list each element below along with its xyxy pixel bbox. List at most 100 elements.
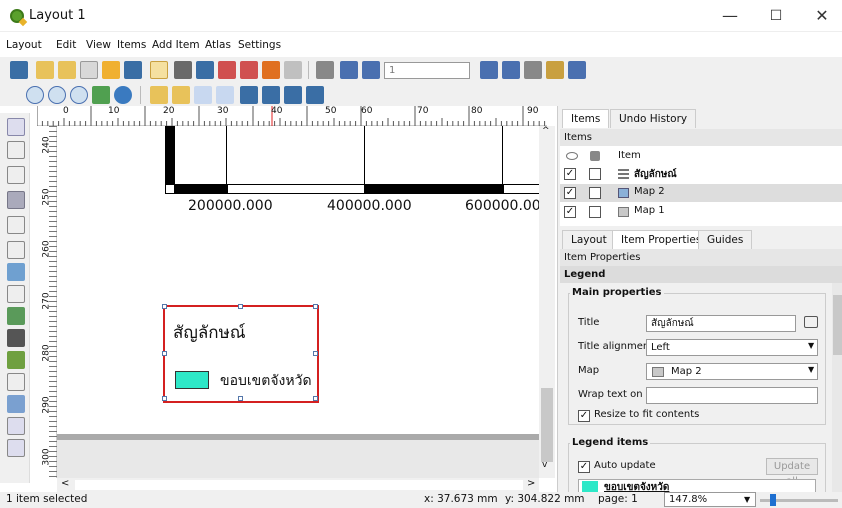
item-visible-checkbox-map1[interactable]: ✓: [564, 206, 576, 218]
zoom-out-icon[interactable]: [48, 86, 66, 104]
resize-checkbox[interactable]: ✓: [578, 410, 590, 422]
duplicate-layout-icon[interactable]: [58, 61, 76, 79]
map-item-icon: [618, 207, 629, 217]
minimize-button[interactable]: —: [707, 0, 753, 32]
raise-icon[interactable]: [240, 86, 258, 104]
item-visible-checkbox-map2[interactable]: ✓: [564, 187, 576, 199]
item-lock-checkbox-map1[interactable]: [589, 206, 601, 218]
save-template-icon[interactable]: [124, 61, 142, 79]
menu-view[interactable]: View: [86, 39, 111, 51]
menu-items[interactable]: Items: [117, 39, 146, 51]
zoom-combo[interactable]: 147.8%: [664, 492, 756, 507]
auto-update-checkbox[interactable]: ✓: [578, 461, 590, 473]
pan-icon[interactable]: [7, 118, 25, 136]
lock-items-icon[interactable]: [150, 86, 168, 104]
scalebar[interactable]: [165, 126, 539, 194]
add-shape-icon[interactable]: [7, 351, 25, 369]
layout-canvas[interactable]: 200000.000 400000.000 600000.00 สัญลักษณ…: [57, 126, 539, 478]
atlas-preview-icon[interactable]: [316, 61, 334, 79]
items-row-map1[interactable]: Map 1: [634, 205, 665, 216]
distribute-icon[interactable]: [284, 86, 302, 104]
menu-add-item[interactable]: Add Item: [152, 39, 200, 51]
move-content-icon[interactable]: [7, 191, 25, 209]
print-icon[interactable]: [174, 61, 192, 79]
tab-guides[interactable]: Guides: [698, 230, 753, 249]
tab-layout[interactable]: Layout: [562, 230, 616, 249]
zoom-actual-icon[interactable]: [70, 86, 88, 104]
update-all-button[interactable]: Update all: [766, 458, 818, 487]
next-feature-icon[interactable]: [480, 61, 498, 79]
last-feature-icon[interactable]: [502, 61, 520, 79]
atlas-settings-icon[interactable]: [568, 61, 586, 79]
add-legend-icon[interactable]: [7, 307, 25, 325]
tab-undo-history[interactable]: Undo History: [610, 109, 697, 128]
map-item-icon: [618, 188, 629, 198]
item-lock-checkbox-legend[interactable]: [589, 168, 601, 180]
legend-title: สัญลักษณ์: [173, 323, 246, 343]
menu-settings[interactable]: Settings: [238, 39, 281, 51]
canvas-vertical-scrollbar[interactable]: ^ v: [539, 126, 555, 478]
export-atlas-icon[interactable]: [546, 61, 564, 79]
item-lock-checkbox-map2[interactable]: [589, 187, 601, 199]
y-coordinate: y: 304.822 mm: [505, 493, 585, 505]
ungroup-icon[interactable]: [216, 86, 234, 104]
menu-edit[interactable]: Edit: [56, 39, 76, 51]
zoom-full-icon[interactable]: [92, 86, 110, 104]
new-page-icon[interactable]: [150, 61, 168, 79]
previous-feature-icon[interactable]: [362, 61, 380, 79]
title-bar: Layout 1 — ☐ ✕: [0, 0, 842, 32]
add-polygon-icon[interactable]: [7, 395, 25, 413]
items-row-legend[interactable]: สัญลักษณ์: [634, 167, 677, 182]
menu-layout[interactable]: Layout: [6, 39, 42, 51]
export-pdf-icon[interactable]: [240, 61, 258, 79]
refresh-icon[interactable]: [114, 86, 132, 104]
zoom-tool-icon[interactable]: [7, 141, 25, 159]
add-label-icon[interactable]: [7, 285, 25, 303]
maximize-button[interactable]: ☐: [753, 0, 799, 32]
add-picture-icon[interactable]: [7, 263, 25, 281]
legend-title-input[interactable]: สัญลักษณ์: [646, 315, 796, 332]
properties-scrollbar[interactable]: [832, 283, 842, 492]
vertical-scroll-thumb[interactable]: [541, 388, 553, 462]
new-layout-icon[interactable]: [36, 61, 54, 79]
unlock-items-icon[interactable]: [172, 86, 190, 104]
resize-icon[interactable]: [306, 86, 324, 104]
undo-icon[interactable]: [262, 61, 280, 79]
expression-icon[interactable]: [804, 316, 818, 328]
tab-items[interactable]: Items: [562, 109, 610, 128]
close-button[interactable]: ✕: [799, 0, 842, 32]
redo-icon[interactable]: [284, 61, 302, 79]
save-icon[interactable]: [10, 61, 28, 79]
zoom-in-icon[interactable]: [26, 86, 44, 104]
add-scalebar-icon[interactable]: [7, 329, 25, 347]
select-icon[interactable]: [7, 166, 25, 184]
open-folder-icon[interactable]: [102, 61, 120, 79]
export-svg-icon[interactable]: [218, 61, 236, 79]
export-image-icon[interactable]: [196, 61, 214, 79]
atlas-page-field[interactable]: 1: [384, 62, 470, 79]
add-polyline-icon[interactable]: [7, 373, 25, 391]
print-atlas-icon[interactable]: [524, 61, 542, 79]
group-icon[interactable]: [194, 86, 212, 104]
map-select[interactable]: Map 2: [646, 363, 818, 380]
layout-manager-icon[interactable]: [80, 61, 98, 79]
item-visible-checkbox-legend[interactable]: ✓: [564, 168, 576, 180]
add-map-icon[interactable]: [7, 241, 25, 259]
main-properties-section[interactable]: Main properties: [570, 287, 664, 298]
align-left-icon[interactable]: [262, 86, 280, 104]
view-toolbar: [0, 83, 842, 106]
auto-update-label: Auto update: [594, 460, 656, 471]
legend-items-section[interactable]: Legend items: [570, 437, 651, 448]
menu-atlas[interactable]: Atlas: [205, 39, 231, 51]
add-html-icon[interactable]: [7, 417, 25, 435]
items-row-map2[interactable]: Map 2: [634, 186, 665, 197]
first-feature-icon[interactable]: [340, 61, 358, 79]
zoom-slider-handle[interactable]: [770, 494, 776, 506]
title-alignment-select[interactable]: Left: [646, 339, 818, 356]
wrap-text-input[interactable]: [646, 387, 818, 404]
add-table-icon[interactable]: [7, 439, 25, 457]
edit-nodes-icon[interactable]: [7, 216, 25, 234]
tab-item-properties[interactable]: Item Properties: [612, 230, 711, 249]
legend-item[interactable]: สัญลักษณ์ ขอบเขตจังหวัด: [162, 304, 319, 403]
canvas-horizontal-scrollbar[interactable]: < >: [57, 478, 539, 492]
